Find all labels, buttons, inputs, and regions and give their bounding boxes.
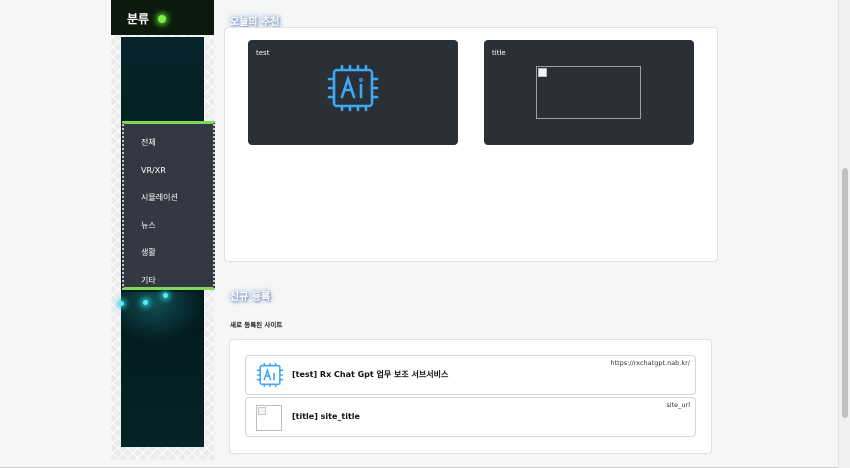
- panel-glow: [121, 292, 204, 342]
- scrollbar-thumb[interactable]: [842, 168, 848, 418]
- recommend-section-title: 오늘의 추천: [230, 17, 280, 28]
- menu-item-etc[interactable]: 기타: [124, 267, 213, 295]
- category-sidebar: 분류 전체 VR/XR 시뮬레이션 뉴스 생활 기타: [111, 0, 215, 460]
- card-label: test: [256, 49, 270, 57]
- site-name: [test] Rx Chat Gpt 업무 보조 서브서비스: [292, 370, 449, 379]
- recommend-card[interactable]: title: [484, 40, 694, 145]
- new-section-title: 신규 등록: [230, 292, 271, 303]
- glow-dot: [119, 301, 124, 306]
- menu-item-simulation[interactable]: 시뮬레이션: [124, 184, 213, 212]
- recommend-card[interactable]: test: [248, 40, 458, 145]
- card-label: title: [492, 49, 506, 57]
- site-url[interactable]: site_url: [666, 401, 690, 409]
- menu-item-news[interactable]: 뉴스: [124, 212, 213, 240]
- menu-item-vrxr[interactable]: VR/XR: [124, 157, 213, 185]
- menu-item-all[interactable]: 전체: [124, 129, 213, 157]
- ai-chip-icon: [256, 362, 284, 388]
- sidebar-header: 분류: [111, 0, 214, 35]
- recommend-box: test title: [224, 27, 718, 262]
- site-list-item[interactable]: [test] Rx Chat Gpt 업무 보조 서브서비스 https://r…: [245, 355, 696, 395]
- ai-chip-icon: [327, 65, 379, 111]
- site-list-item[interactable]: [title] site_title site_url: [245, 397, 696, 437]
- sidebar-title: 분류: [127, 12, 150, 26]
- broken-image-icon: [256, 405, 282, 431]
- menu-item-life[interactable]: 생활: [124, 239, 213, 267]
- broken-image-icon: [536, 66, 641, 119]
- glow-dot: [143, 300, 148, 305]
- site-name: [title] site_title: [292, 412, 360, 421]
- category-menu: 전체 VR/XR 시뮬레이션 뉴스 생활 기타: [122, 121, 215, 290]
- page-scrollbar[interactable]: [838, 0, 850, 468]
- new-section-subtitle: 새로 등록된 사이트: [230, 321, 283, 329]
- status-indicator: [158, 15, 166, 23]
- site-url[interactable]: https://rxchatgpt.nab.kr/: [610, 359, 690, 367]
